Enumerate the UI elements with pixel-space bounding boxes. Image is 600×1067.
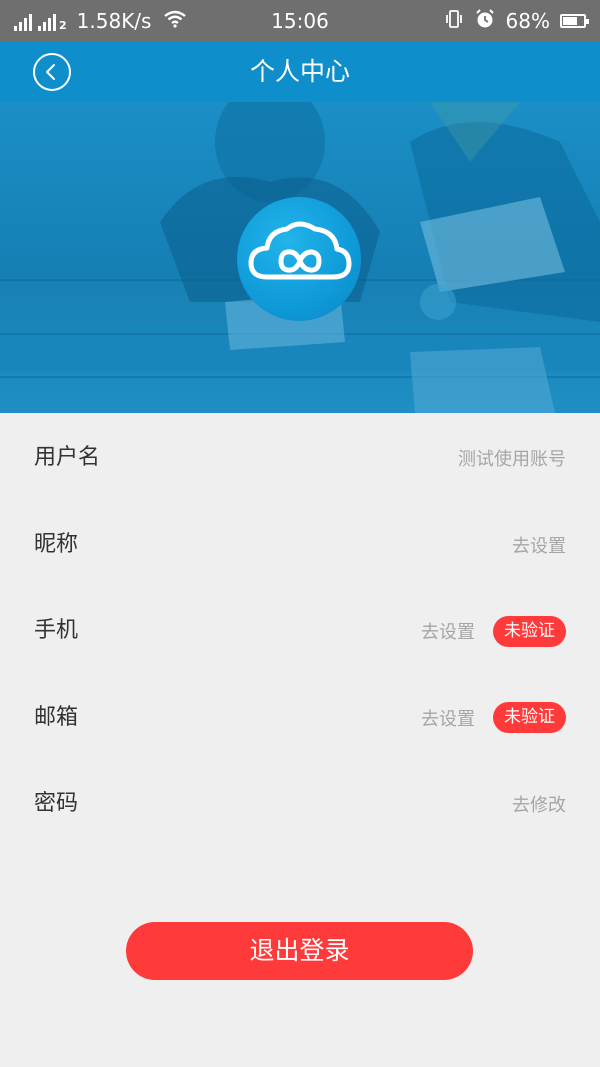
row-right: 去修改 bbox=[512, 759, 566, 849]
email-set-link[interactable]: 去设置 bbox=[421, 705, 475, 731]
row-label: 手机 bbox=[34, 618, 79, 644]
row-username[interactable]: 用户名 测试使用账号 bbox=[0, 413, 600, 500]
row-label: 密码 bbox=[34, 791, 79, 817]
row-password[interactable]: 密码 去修改 bbox=[0, 759, 600, 846]
row-right: 去设置 未验证 bbox=[421, 673, 566, 763]
password-change-link[interactable]: 去修改 bbox=[512, 791, 566, 817]
row-label: 昵称 bbox=[34, 531, 79, 557]
alarm-icon bbox=[474, 8, 496, 35]
row-label: 邮箱 bbox=[34, 704, 79, 730]
phone-set-link[interactable]: 去设置 bbox=[421, 618, 475, 644]
battery-percent: 68% bbox=[505, 9, 550, 33]
row-phone[interactable]: 手机 去设置 未验证 bbox=[0, 586, 600, 673]
row-label: 用户名 bbox=[34, 445, 101, 470]
username-value: 测试使用账号 bbox=[458, 449, 566, 470]
row-right: 去设置 未验证 bbox=[421, 586, 566, 676]
app-logo bbox=[237, 197, 361, 321]
battery-icon bbox=[560, 14, 589, 28]
nickname-set-link[interactable]: 去设置 bbox=[512, 532, 566, 558]
header-bar: 个人中心 bbox=[0, 42, 600, 102]
row-right: 去设置 bbox=[512, 500, 566, 590]
battery-level bbox=[563, 17, 577, 25]
phone-unverified-badge: 未验证 bbox=[493, 615, 566, 647]
email-unverified-badge: 未验证 bbox=[493, 702, 566, 734]
row-nickname[interactable]: 昵称 去设置 bbox=[0, 500, 600, 587]
profile-banner bbox=[0, 102, 600, 413]
status-bar: 2 1.58K/s 15:06 68% bbox=[0, 0, 600, 42]
cloud-infinity-logo-icon bbox=[248, 221, 352, 280]
logout-button[interactable]: 退出登录 bbox=[126, 922, 473, 980]
status-right: 68% bbox=[444, 0, 589, 42]
row-right: 测试使用账号 bbox=[458, 413, 566, 503]
profile-info-list: 用户名 测试使用账号 昵称 去设置 手机 去设置 未验证 邮箱 去设置 未验证 … bbox=[0, 413, 600, 846]
page-title: 个人中心 bbox=[249, 57, 350, 86]
row-email[interactable]: 邮箱 去设置 未验证 bbox=[0, 673, 600, 760]
vibrate-icon bbox=[444, 9, 464, 34]
